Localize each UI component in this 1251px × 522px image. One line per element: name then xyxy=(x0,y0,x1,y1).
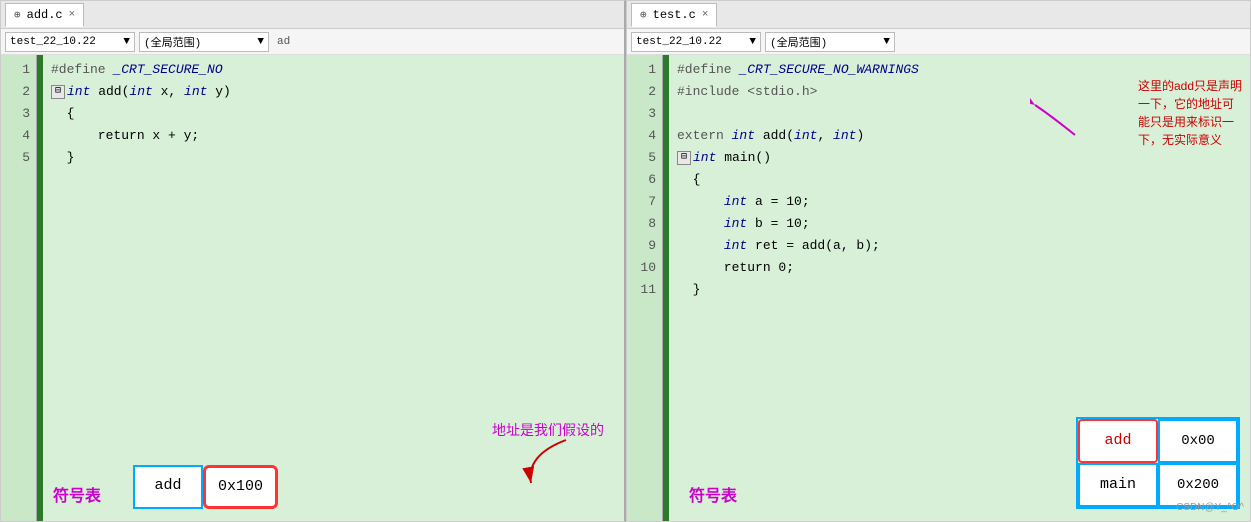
right-line-num-8: 8 xyxy=(648,213,656,235)
right-line-num-3: 3 xyxy=(648,103,656,125)
right-line-num-11: 11 xyxy=(640,279,656,301)
right-line-num-2: 2 xyxy=(648,81,656,103)
right-code-line-7: int a = 10; xyxy=(677,191,1242,213)
watermark: CSDN@Y_^O^ xyxy=(1176,497,1244,519)
right-editor-panel: ⊕ test.c × test_22_10.22 ▼ (全局范围) ▼ 1 2 … xyxy=(626,0,1251,522)
left-annotation-text: 地址是我们假设的 xyxy=(492,419,604,441)
right-line-num-4: 4 xyxy=(648,125,656,147)
right-st-main-cell: main xyxy=(1078,463,1158,507)
left-editor-panel: ⊕ add.c × test_22_10.22 ▼ (全局范围) ▼ ad 1 … xyxy=(0,0,626,522)
left-line-num-5: 5 xyxy=(22,147,30,169)
right-tab-bar: ⊕ test.c × xyxy=(627,1,1250,29)
left-scope-label: test_22_10.22 xyxy=(10,36,96,48)
right-st-main-addr-cell: 0x200 xyxy=(1158,463,1238,507)
left-tab-add-c[interactable]: ⊕ add.c × xyxy=(5,3,84,27)
collapse-btn-main[interactable]: ⊟ xyxy=(677,151,691,165)
left-st-addr-cell: 0x100 xyxy=(203,465,278,509)
right-code-line-8: int b = 10; xyxy=(677,213,1242,235)
left-tab-label: add.c xyxy=(27,8,63,22)
left-line-num-2: 2 xyxy=(22,81,30,103)
left-code-line-3: { xyxy=(51,103,616,125)
left-global-label: (全局范围) xyxy=(144,34,201,50)
left-line-numbers: 1 2 3 4 5 xyxy=(1,55,37,521)
left-line-num-3: 3 xyxy=(22,103,30,125)
left-toolbar: test_22_10.22 ▼ (全局范围) ▼ ad xyxy=(1,29,624,55)
right-code-line-6: { xyxy=(677,169,1242,191)
right-code-line-3 xyxy=(677,103,1242,125)
right-symbol-label-container: 符号表 xyxy=(689,486,737,509)
left-tab-bar: ⊕ add.c × xyxy=(1,1,624,29)
right-st-add-cell: add xyxy=(1078,419,1158,463)
file-icon: ⊕ xyxy=(14,8,21,22)
right-code-line-5: ⊟int main() xyxy=(677,147,1242,169)
right-symbol-table: add 0x00 main 0x200 xyxy=(1076,417,1240,509)
right-line-numbers: 1 2 3 4 5 6 7 8 9 10 11 xyxy=(627,55,663,521)
right-global-arrow: ▼ xyxy=(883,36,890,48)
right-tab-label: test.c xyxy=(653,8,696,22)
left-line-num-1: 1 xyxy=(22,59,30,81)
right-line-num-5: 5 xyxy=(648,147,656,169)
left-scope-dropdown[interactable]: test_22_10.22 ▼ xyxy=(5,32,135,52)
right-code-line-1: #define _CRT_SECURE_NO_WARNINGS xyxy=(677,59,1242,81)
left-global-arrow: ▼ xyxy=(257,36,264,48)
left-st-add-cell: add xyxy=(133,465,203,509)
left-code-line-4: return x + y; xyxy=(51,125,616,147)
right-symbol-label: 符号表 xyxy=(689,488,737,505)
left-line-num-4: 4 xyxy=(22,125,30,147)
left-breadcrumb: ad xyxy=(273,36,294,48)
right-line-num-6: 6 xyxy=(648,169,656,191)
left-code-line-1: #define _CRT_SECURE_NO xyxy=(51,59,616,81)
left-editor-body: 1 2 3 4 5 #define _CRT_SECURE_NO ⊟int ad… xyxy=(1,55,624,521)
left-tab-close[interactable]: × xyxy=(69,9,76,21)
left-symbol-label: 符号表 xyxy=(53,488,101,505)
right-line-num-9: 9 xyxy=(648,235,656,257)
right-line-num-1: 1 xyxy=(648,59,656,81)
right-global-label: (全局范围) xyxy=(770,34,827,50)
left-symbol-table: add 0x100 xyxy=(133,465,278,509)
left-scope-arrow: ▼ xyxy=(123,36,130,48)
right-scope-arrow: ▼ xyxy=(749,36,756,48)
right-file-icon: ⊕ xyxy=(640,8,647,22)
left-code-line-2: ⊟int add(int x, int y) xyxy=(51,81,616,103)
collapse-btn-add[interactable]: ⊟ xyxy=(51,85,65,99)
left-symbol-annotation: 符号表 xyxy=(53,486,101,509)
left-global-dropdown[interactable]: (全局范围) ▼ xyxy=(139,32,269,52)
right-editor-body: 1 2 3 4 5 6 7 8 9 10 11 #define _CRT_SEC… xyxy=(627,55,1250,521)
right-code-line-4: extern int add(int, int) xyxy=(677,125,1242,147)
right-line-num-10: 10 xyxy=(640,257,656,279)
right-scope-dropdown[interactable]: test_22_10.22 ▼ xyxy=(631,32,761,52)
right-tab-close[interactable]: × xyxy=(702,9,709,21)
right-line-num-7: 7 xyxy=(648,191,656,213)
right-code-area[interactable]: #define _CRT_SECURE_NO_WARNINGS #include… xyxy=(669,55,1250,521)
right-st-grid: add 0x00 main 0x200 xyxy=(1076,417,1240,509)
right-st-add-addr-cell: 0x00 xyxy=(1158,419,1238,463)
right-tab-test-c[interactable]: ⊕ test.c × xyxy=(631,3,717,27)
right-toolbar: test_22_10.22 ▼ (全局范围) ▼ xyxy=(627,29,1250,55)
right-scope-label: test_22_10.22 xyxy=(636,36,722,48)
editors-container: ⊕ add.c × test_22_10.22 ▼ (全局范围) ▼ ad 1 … xyxy=(0,0,1251,522)
left-code-area[interactable]: #define _CRT_SECURE_NO ⊟int add(int x, i… xyxy=(43,55,624,521)
left-code-line-5: } xyxy=(51,147,616,169)
right-code-line-11: } xyxy=(677,279,1242,301)
right-global-dropdown[interactable]: (全局范围) ▼ xyxy=(765,32,895,52)
left-annotation-arrow xyxy=(516,435,576,495)
right-code-line-2: #include <stdio.h> xyxy=(677,81,1242,103)
right-code-line-10: return 0; xyxy=(677,257,1242,279)
right-code-line-9: int ret = add(a, b); xyxy=(677,235,1242,257)
